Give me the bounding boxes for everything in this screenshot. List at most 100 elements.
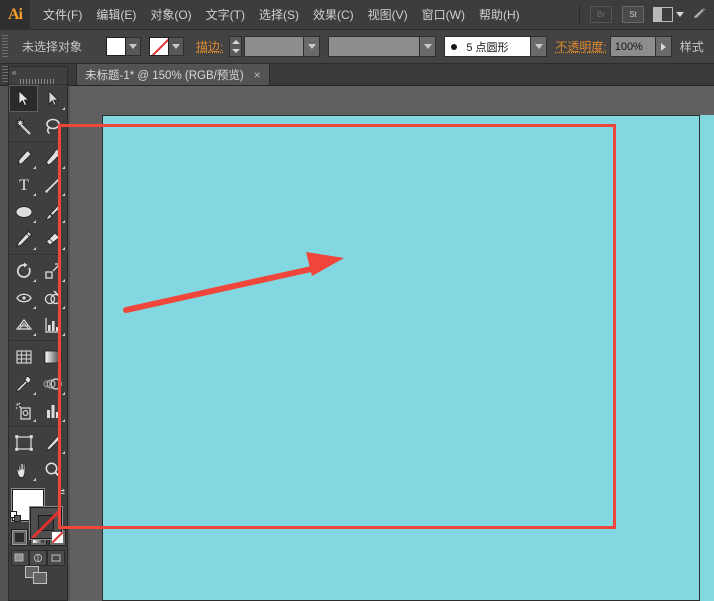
default-fill-stroke-icon[interactable] <box>10 511 22 523</box>
bridge-icon[interactable]: Br <box>590 6 612 23</box>
brush-definition-combo[interactable]: 5 点圆形 <box>444 36 547 57</box>
stroke-dropdown-button[interactable] <box>169 37 184 56</box>
panel-grip[interactable] <box>0 30 10 64</box>
brush-definition-value: 5 点圆形 <box>461 39 530 55</box>
style-label[interactable]: 样式 <box>680 38 704 55</box>
tool-flyout-indicator-icon <box>33 166 36 169</box>
edit-toolbar-rect-front <box>33 572 47 584</box>
tool-column-graph[interactable] <box>38 397 67 424</box>
tool-flyout-indicator-icon <box>62 107 65 110</box>
tool-blend[interactable] <box>38 370 67 397</box>
screen-mode-full[interactable] <box>47 550 65 566</box>
tool-paintbrush[interactable] <box>38 198 67 225</box>
collapse-icon[interactable]: « <box>12 68 15 77</box>
tool-flyout-indicator-icon <box>62 220 65 223</box>
tool-lasso[interactable] <box>38 112 67 139</box>
tool-selection[interactable] <box>9 85 38 112</box>
tool-zoom[interactable] <box>38 456 67 483</box>
fill-stroke-indicator[interactable]: ⇄ <box>10 487 66 526</box>
edit-toolbar-icon[interactable] <box>25 566 51 586</box>
stepper-up-icon[interactable] <box>232 40 240 44</box>
tool-flyout-indicator-icon <box>33 279 36 282</box>
tool-grid: T <box>9 85 67 483</box>
workspace-switcher-icon[interactable] <box>653 7 684 22</box>
tools-panel-footer[interactable] <box>25 566 51 586</box>
menu-window[interactable]: 窗口(W) <box>415 2 472 27</box>
menu-bar: Ai 文件(F) 编辑(E) 对象(O) 文字(T) 选择(S) 效果(C) 视… <box>0 0 714 30</box>
stock-icon[interactable]: St <box>622 6 644 23</box>
tools-panel-grip[interactable] <box>9 78 67 85</box>
artboard[interactable] <box>102 115 700 601</box>
artboard-right-overflow <box>700 115 714 601</box>
tool-shape-builder[interactable] <box>38 284 67 311</box>
opacity-label[interactable]: 不透明度: <box>555 38 606 55</box>
search-icon[interactable] <box>692 5 708 24</box>
tool-eraser[interactable] <box>38 225 67 252</box>
control-panel: 未选择对象 描边: 5 点圆形 不透明度: 10 <box>0 30 714 64</box>
tool-magic-wand[interactable] <box>9 112 38 139</box>
tool-pen[interactable] <box>9 144 38 171</box>
chevron-down-icon <box>676 12 684 17</box>
menu-view[interactable]: 视图(V) <box>361 2 415 27</box>
mode-color[interactable] <box>11 529 28 546</box>
stroke-weight-combo[interactable] <box>244 36 320 57</box>
tool-rotate[interactable] <box>9 257 38 284</box>
menu-effect[interactable]: 效果(C) <box>306 2 361 27</box>
tool-flyout-indicator-icon <box>62 451 65 454</box>
stepper-down-icon[interactable] <box>232 49 240 53</box>
close-icon[interactable]: × <box>254 68 261 82</box>
tool-perspective-grid[interactable] <box>9 311 38 338</box>
tool-eyedropper[interactable] <box>9 370 38 397</box>
menu-divider <box>579 6 580 24</box>
workspace-layout-icon <box>653 7 673 22</box>
screen-mode-full-menu[interactable] <box>29 550 47 566</box>
menu-help[interactable]: 帮助(H) <box>472 2 527 27</box>
tool-mesh[interactable] <box>9 343 38 370</box>
document-tab-bar: 未标题-1* @ 150% (RGB/预览) × <box>0 64 714 86</box>
menu-file[interactable]: 文件(F) <box>36 2 89 27</box>
tool-gradient[interactable] <box>38 343 67 370</box>
tool-line-segment[interactable] <box>38 171 67 198</box>
tool-pencil[interactable] <box>9 225 38 252</box>
canvas-area[interactable] <box>70 86 714 601</box>
tool-slice[interactable] <box>38 429 67 456</box>
stroke-swatch-group[interactable] <box>149 37 184 56</box>
opacity-input[interactable]: 100% <box>610 36 672 57</box>
variable-width-profile-combo[interactable] <box>328 36 436 57</box>
tool-artboard[interactable] <box>9 429 38 456</box>
profile-dropdown-button[interactable] <box>419 37 435 56</box>
stroke-weight-stepper[interactable] <box>229 36 242 57</box>
document-tab[interactable]: 未标题-1* @ 150% (RGB/预览) × <box>76 63 270 85</box>
none-mode-icon <box>52 532 63 543</box>
tool-add-anchor[interactable] <box>38 144 67 171</box>
screen-mode-normal[interactable] <box>11 550 29 566</box>
stroke-weight-label[interactable]: 描边: <box>196 38 223 55</box>
opacity-flyout-button[interactable] <box>655 37 671 56</box>
tool-ellipse[interactable] <box>9 198 38 225</box>
fill-color-swatch[interactable] <box>106 37 126 56</box>
menu-edit[interactable]: 编辑(E) <box>89 2 143 27</box>
tools-panel: « <box>8 66 68 601</box>
tools-panel-header[interactable]: « <box>9 67 67 78</box>
tool-type[interactable]: T <box>9 171 38 198</box>
stroke-weight-dropdown-button[interactable] <box>303 37 319 56</box>
tool-divider <box>9 426 63 427</box>
menu-select[interactable]: 选择(S) <box>252 2 306 27</box>
tool-graph[interactable] <box>38 311 67 338</box>
tool-flyout-indicator-icon <box>33 392 36 395</box>
stroke-color-swatch[interactable] <box>149 37 169 56</box>
tool-width[interactable] <box>9 284 38 311</box>
tool-symbol-sprayer[interactable] <box>9 397 38 424</box>
tool-direct-selection[interactable] <box>38 85 67 112</box>
mode-none[interactable] <box>49 529 66 546</box>
app-logo-icon: Ai <box>0 0 30 30</box>
fill-swatch-group[interactable] <box>106 37 141 56</box>
fill-dropdown-button[interactable] <box>126 37 141 56</box>
menu-type[interactable]: 文字(T) <box>199 2 252 27</box>
brush-dropdown-button[interactable] <box>530 37 546 56</box>
tool-hand[interactable] <box>9 456 38 483</box>
tool-scale[interactable] <box>38 257 67 284</box>
tool-divider <box>9 141 63 142</box>
swap-fill-stroke-icon[interactable]: ⇄ <box>57 487 65 498</box>
menu-object[interactable]: 对象(O) <box>143 2 198 27</box>
